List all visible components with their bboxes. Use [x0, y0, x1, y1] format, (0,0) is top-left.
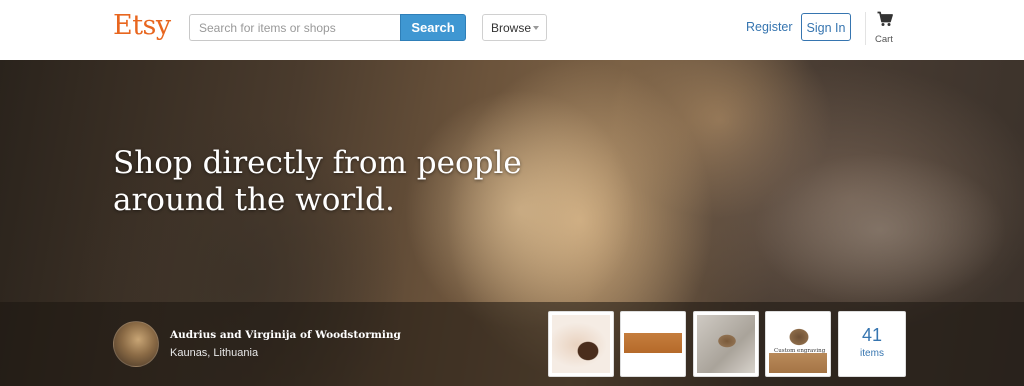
- hero-banner: Shop directly from people around the wor…: [0, 60, 1024, 386]
- seller-location: Kaunas, Lithuania: [170, 347, 259, 359]
- search-button[interactable]: Search: [400, 14, 466, 41]
- product-photo-wood-tool: [697, 315, 755, 373]
- shop-items-count[interactable]: 41 items: [838, 311, 906, 377]
- product-photo-wooden-plank: [624, 315, 682, 373]
- site-header: Etsy Search Browse Register Sign In Cart: [0, 0, 1024, 60]
- register-link[interactable]: Register: [746, 20, 793, 34]
- search-input[interactable]: [190, 15, 401, 40]
- seller-name[interactable]: Audrius and Virginija of Woodstorming: [170, 329, 401, 341]
- search-box: [189, 14, 401, 41]
- product-thumbnail[interactable]: [620, 311, 686, 377]
- thumbnail-caption: Custom engraving: [774, 348, 826, 354]
- items-label: items: [860, 348, 884, 359]
- hero-title: Shop directly from people around the wor…: [113, 145, 522, 218]
- featured-seller-band: Audrius and Virginija of Woodstorming Ka…: [0, 302, 1024, 386]
- browse-dropdown[interactable]: Browse: [482, 14, 547, 41]
- product-thumbnail[interactable]: [693, 311, 759, 377]
- product-thumbnail[interactable]: [548, 311, 614, 377]
- seller-avatar[interactable]: [113, 321, 159, 367]
- cart-button[interactable]: Cart: [872, 10, 898, 50]
- items-count: 41: [861, 325, 883, 345]
- header-divider: [865, 12, 866, 45]
- product-thumbnail[interactable]: Custom engraving: [765, 311, 831, 377]
- chevron-down-icon: [533, 26, 539, 30]
- cart-label: Cart: [875, 34, 893, 45]
- cart-icon: [877, 11, 893, 26]
- etsy-logo[interactable]: Etsy: [113, 10, 171, 41]
- browse-label: Browse: [491, 21, 532, 35]
- sign-in-button[interactable]: Sign In: [801, 13, 851, 41]
- product-photo-hands-wood-block: [552, 315, 610, 373]
- product-photo-engraved-box: [769, 315, 827, 373]
